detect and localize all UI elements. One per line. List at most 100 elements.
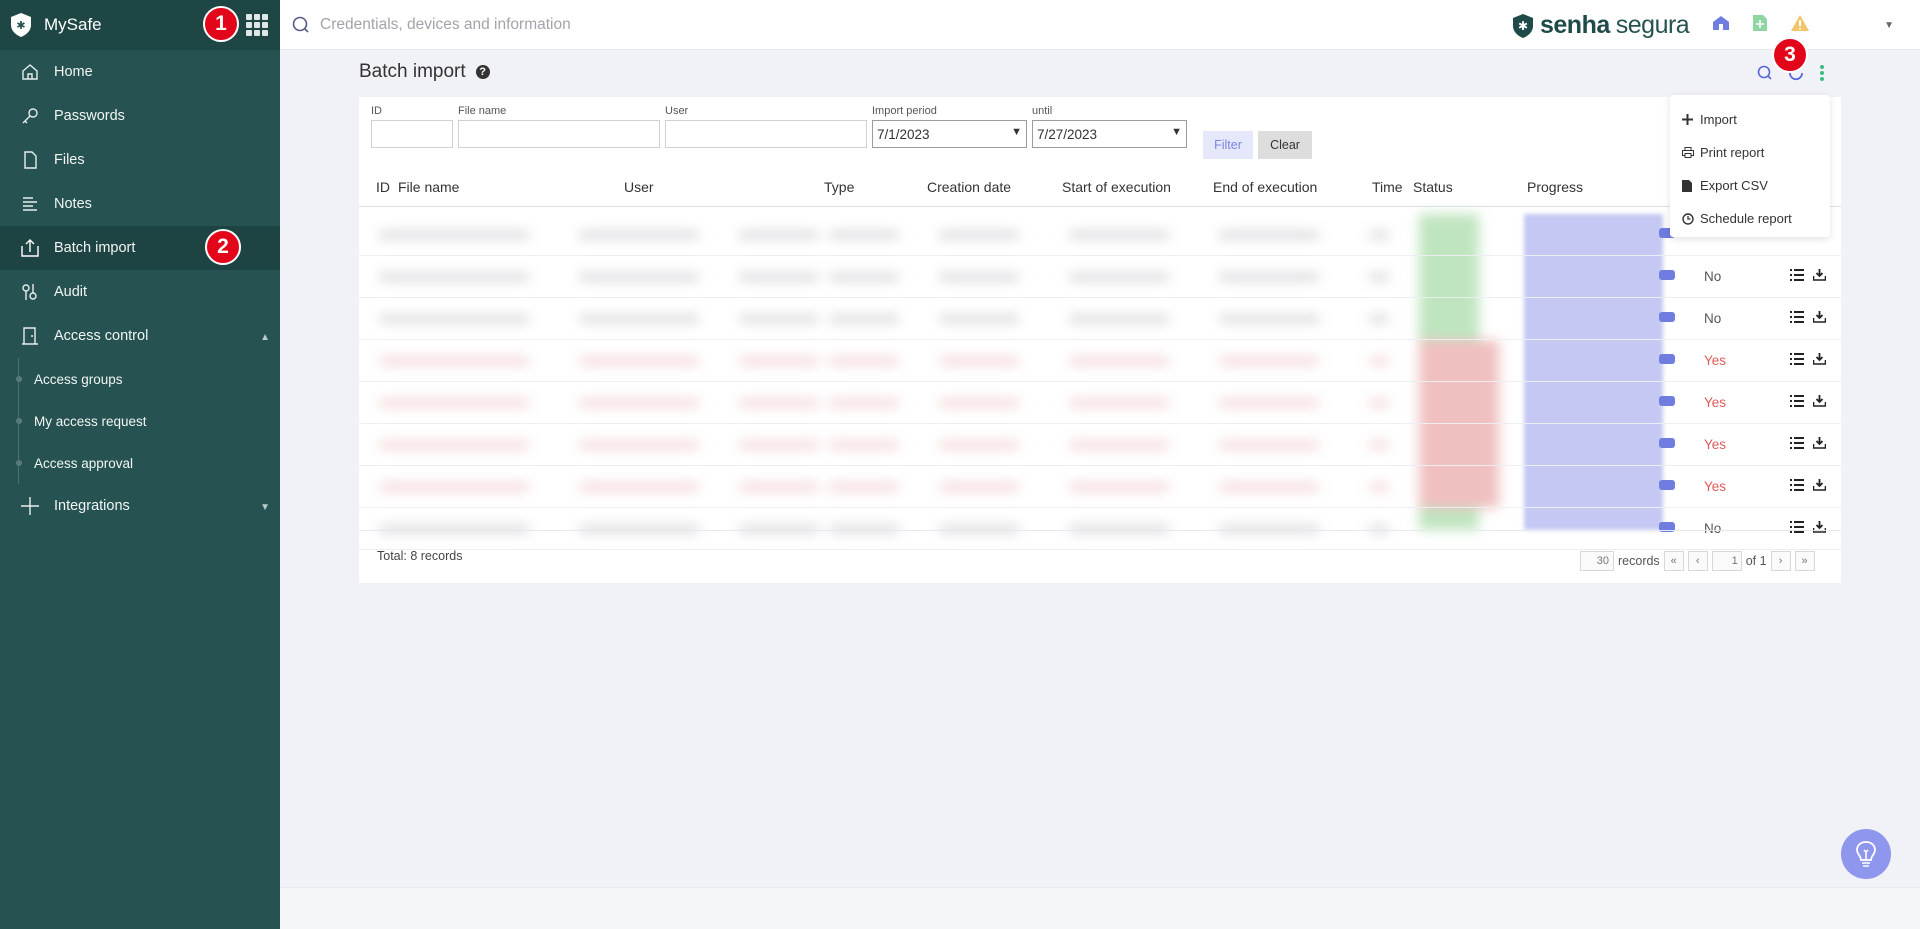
page-number-field[interactable]: 1	[1711, 551, 1742, 571]
sidebar-item-files[interactable]: Files	[0, 138, 280, 182]
bottom-strip	[280, 887, 1920, 929]
sidebar-item-passwords[interactable]: Passwords	[0, 94, 280, 138]
table-row[interactable]: Yes	[359, 382, 1841, 424]
records-label: records	[1618, 554, 1660, 568]
id-field[interactable]	[371, 120, 453, 148]
column-header-progress[interactable]: Progress	[1527, 179, 1583, 195]
blurred-row-content	[359, 382, 1663, 424]
sidebar-item-notes[interactable]: Notes	[0, 182, 280, 226]
last-page-button[interactable]: »	[1794, 551, 1815, 571]
column-header-start-of-execution[interactable]: Start of execution	[1062, 179, 1171, 195]
details-list-icon[interactable]	[1790, 394, 1804, 412]
app-name: MySafe	[44, 15, 102, 34]
column-header-type[interactable]: Type	[824, 179, 854, 195]
details-list-icon[interactable]	[1790, 310, 1804, 328]
upload-icon	[20, 238, 40, 258]
user-menu-chevron-icon[interactable]: ▼	[1884, 20, 1894, 31]
per-page-field[interactable]: 30	[1580, 551, 1614, 571]
tips-button[interactable]	[1841, 829, 1891, 879]
table-row[interactable]	[359, 214, 1841, 256]
senhasegura-logo-icon: ✱	[1513, 13, 1533, 38]
sidebar-item-label: Batch import	[54, 240, 136, 256]
more-options-icon[interactable]	[1819, 64, 1825, 82]
period-to-value: 7/27/2023	[1037, 126, 1098, 142]
period-from-select[interactable]: 7/1/2023 ▼	[872, 120, 1027, 148]
column-header-end-of-execution[interactable]: End of execution	[1213, 179, 1317, 195]
chevron-up-icon: ▲	[260, 332, 270, 343]
sidebar-subitem-my-access-request[interactable]: My access request	[0, 400, 280, 442]
menu-item-schedule-report[interactable]: Schedule report	[1670, 202, 1830, 235]
filter-button[interactable]: Filter	[1203, 131, 1253, 159]
plus-icon	[1682, 114, 1696, 125]
file-name-field[interactable]	[458, 120, 660, 148]
apps-grid-icon[interactable]	[246, 14, 268, 36]
table-row[interactable]: No	[359, 256, 1841, 298]
download-icon[interactable]	[1812, 394, 1827, 412]
sidebar-item-integrations[interactable]: Integrations ▼	[0, 484, 280, 528]
details-list-icon[interactable]	[1790, 268, 1804, 286]
sidebar-item-audit[interactable]: Audit	[0, 270, 280, 314]
blurred-row-content	[359, 256, 1663, 298]
lightbulb-icon	[1856, 841, 1876, 867]
page-count-label: of 1	[1745, 554, 1767, 568]
progress-bar-end	[1659, 438, 1675, 448]
first-page-button[interactable]: «	[1663, 551, 1684, 571]
dropdown-arrow-icon: ▼	[1171, 126, 1182, 138]
details-list-icon[interactable]	[1790, 352, 1804, 370]
download-icon[interactable]	[1812, 310, 1827, 328]
table-row[interactable]: Yes	[359, 340, 1841, 382]
search-toggle-icon[interactable]	[1757, 65, 1773, 81]
topbar: ✱ senhasegura ▼	[280, 0, 1920, 50]
column-header-status[interactable]: Status	[1413, 179, 1453, 195]
table-row[interactable]: Yes	[359, 424, 1841, 466]
period-from-value: 7/1/2023	[877, 126, 930, 142]
sidebar-menu: Home Passwords Files Notes Batch import	[0, 50, 280, 358]
blurred-row-content	[359, 466, 1663, 508]
table-body: No No Yes Yes Yes Yes No	[359, 214, 1841, 550]
sidebar-item-home[interactable]: Home	[0, 50, 280, 94]
clear-button[interactable]: Clear	[1258, 131, 1312, 159]
row-flag: Yes	[1704, 437, 1727, 452]
download-icon[interactable]	[1812, 268, 1827, 286]
blurred-row-content	[359, 298, 1663, 340]
progress-bar-end	[1659, 396, 1675, 406]
sidebar-item-label: Access approval	[34, 455, 134, 471]
sidebar-subitem-access-approval[interactable]: Access approval	[0, 442, 280, 484]
column-header-time[interactable]: Time	[1372, 179, 1403, 195]
period-to-select[interactable]: 7/27/2023 ▼	[1032, 120, 1187, 148]
prev-page-button[interactable]: ‹	[1687, 551, 1708, 571]
sidebar-subitem-access-groups[interactable]: Access groups	[0, 358, 280, 400]
download-icon[interactable]	[1812, 478, 1827, 496]
column-header-creation-date[interactable]: Creation date	[927, 179, 1011, 195]
next-page-button[interactable]: ›	[1770, 551, 1791, 571]
column-header-id[interactable]: ID	[376, 179, 390, 195]
menu-item-import[interactable]: Import	[1670, 103, 1830, 136]
search-input[interactable]	[320, 12, 920, 38]
menu-item-export-csv[interactable]: Export CSV	[1670, 169, 1830, 202]
user-field[interactable]	[665, 120, 867, 148]
home-shortcut-icon[interactable]	[1712, 14, 1730, 32]
sidebar-item-label: My access request	[34, 413, 147, 429]
dropdown-arrow-icon: ▼	[1011, 126, 1022, 138]
column-header-file-name[interactable]: File name	[398, 179, 459, 195]
row-flag: No	[1704, 311, 1722, 326]
progress-bar-end	[1659, 354, 1675, 364]
column-header-user[interactable]: User	[624, 179, 654, 195]
warning-icon[interactable]	[1790, 14, 1810, 32]
sidebar-item-access-control[interactable]: Access control ▲	[0, 314, 280, 358]
brand-word-1: senha	[1540, 11, 1610, 39]
menu-item-print-report[interactable]: Print report	[1670, 136, 1830, 169]
table-row[interactable]: Yes	[359, 466, 1841, 508]
audit-icon	[20, 282, 40, 302]
new-file-icon[interactable]	[1752, 14, 1768, 32]
download-icon[interactable]	[1812, 436, 1827, 454]
details-list-icon[interactable]	[1790, 478, 1804, 496]
table-row[interactable]: No	[359, 298, 1841, 340]
filter-file-name: File name	[458, 105, 660, 148]
details-list-icon[interactable]	[1790, 436, 1804, 454]
help-icon[interactable]: ?	[475, 65, 490, 79]
download-icon[interactable]	[1812, 352, 1827, 370]
access-control-submenu: Access groups My access request Access a…	[0, 358, 280, 484]
notes-icon	[20, 194, 40, 214]
search-icon[interactable]	[292, 16, 310, 34]
